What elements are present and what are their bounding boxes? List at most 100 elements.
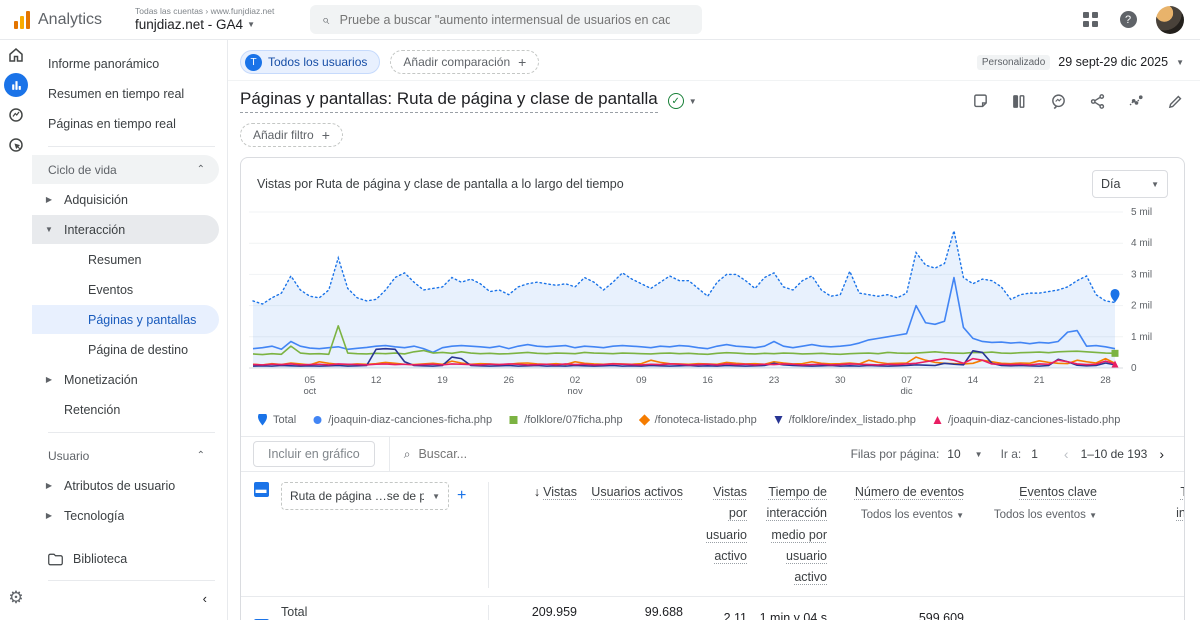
table-search[interactable]: ⌕ [404,447,539,462]
sidebar-item-usuario[interactable]: Usuario⌃ [32,441,219,470]
legend-item-fonoteca-listado-php[interactable]: /fonoteca-listado.php [639,414,757,426]
sidebar-item-ciclo-de-vida[interactable]: Ciclo de vida⌃ [32,155,219,184]
reports-icon[interactable] [0,70,32,100]
chevron-up-icon[interactable]: ⌃ [197,450,219,461]
svg-text:oct: oct [303,386,316,397]
column-header-6[interactable]: Totingr [1101,482,1185,525]
date-range-picker[interactable]: Personalizado 29 sept-29 dic 2025 ▼ [977,55,1184,70]
compare-reports-icon[interactable] [1011,93,1028,110]
sidebar-item-resumen-en-tiempo-real[interactable]: Resumen en tiempo real [32,79,219,108]
report-status-dropdown[interactable]: ✓ ▼ [668,93,697,109]
prev-page-icon[interactable]: ‹ [1060,446,1073,462]
sidebar-item-retencion[interactable]: Retención [32,395,219,424]
apps-grid-icon[interactable] [1080,10,1100,30]
chevron-up-icon[interactable]: ⌃ [197,164,219,175]
home-icon[interactable] [0,40,32,70]
row-checkbox[interactable]: ▬ [254,482,269,497]
legend-item-joaquin-diaz-canciones-listado-php[interactable]: /joaquin-diaz-canciones-listado.php [932,414,1120,426]
svg-text:16: 16 [702,375,713,386]
table-search-input[interactable] [418,447,538,461]
svg-text:3 mil: 3 mil [1131,269,1152,280]
goto-page-input[interactable]: 1 [1031,447,1038,461]
triangle-up-icon [932,414,943,426]
account-switcher[interactable]: Todas las cuentas › www.funjdiaz.net fun… [135,6,274,32]
page-title[interactable]: Páginas y pantallas: Ruta de página y cl… [240,89,658,113]
chevron-right-icon[interactable]: ▶ [42,375,56,384]
granularity-value: Día [1101,177,1120,191]
sidebar-divider [48,432,215,433]
add-dimension-icon[interactable]: + [457,487,466,504]
column-header-3[interactable]: Tiempo deinteracciónmedio porusuarioacti… [751,482,831,588]
sidebar-item-paginas-y-pantallas[interactable]: Páginas y pantallas [32,305,219,334]
column-header-5[interactable]: Eventos claveTodos los eventos ▼ [968,482,1101,521]
global-search[interactable]: ⌕ [310,5,702,34]
legend-item-joaquin-diaz-canciones-ficha-php[interactable]: /joaquin-diaz-canciones-ficha.php [312,414,492,426]
column-header-4[interactable]: Número de eventosTodos los eventos ▼ [831,482,968,521]
add-note-icon[interactable] [972,93,989,110]
sidebar-item-label: Tecnología [56,509,124,523]
chevron-right-icon[interactable]: ▶ [42,481,56,490]
explore-report-icon[interactable] [1128,93,1145,110]
svg-text:21: 21 [1034,375,1045,386]
svg-text:26: 26 [503,375,514,386]
help-icon[interactable]: ? [1118,10,1138,30]
legend-item-folklore-index-listado-php[interactable]: /folklore/index_listado.php [773,414,916,426]
legend-item-folklore-07ficha-php[interactable]: /folklore/07ficha.php [508,414,622,426]
chevron-down-icon[interactable]: ▼ [42,225,56,234]
sidebar-item-eventos[interactable]: Eventos [32,275,219,304]
advertising-icon[interactable] [0,130,32,160]
controls-divider [389,437,390,471]
search-input[interactable] [340,13,670,27]
metric-filter-select[interactable]: Todos los eventos ▼ [831,509,964,521]
next-page-icon[interactable]: › [1155,446,1168,462]
column-header-2[interactable]: Vistasporusuarioactivo [687,482,751,567]
analytics-logo[interactable]: Analytics [0,11,105,29]
rows-per-page-value: 10 [947,447,960,461]
dimension-select-value: Ruta de página …se de pantalla [290,489,424,503]
legend-item-total[interactable]: Total [257,414,296,426]
plus-icon: + [322,127,330,143]
rows-per-page-select[interactable]: 10 ▼ [947,447,982,461]
sidebar-item-tecnologia[interactable]: ▶Tecnología [32,501,219,530]
sidebar-item-pagina-de-destino[interactable]: Página de destino [32,335,219,364]
sidebar-item-informe-panoramico[interactable]: Informe panorámico [32,49,219,78]
sidebar-item-label: Páginas en tiempo real [32,117,176,131]
sidebar-item-adquisicion[interactable]: ▶Adquisición [32,185,219,214]
report-nav-sidebar: Informe panorámicoResumen en tiempo real… [32,40,228,620]
dimension-select[interactable]: Ruta de página …se de pantalla ▼ [281,482,449,510]
breadcrumb: Todas las cuentas › www.funjdiaz.net [135,6,274,16]
admin-gear-icon[interactable]: ⚙ [0,588,32,608]
sidebar-item-interaccion[interactable]: ▼Interacción [32,215,219,244]
column-header-0[interactable]: ↓Vistas [489,482,581,503]
add-to-chart-button[interactable]: Incluir en gráfico [253,441,375,467]
explore-icon[interactable] [0,100,32,130]
total-label: Total [281,605,489,620]
avatar[interactable] [1156,6,1184,34]
insights-icon[interactable] [1050,93,1067,110]
app-header: Analytics Todas las cuentas › www.funjdi… [0,0,1200,40]
all-users-chip[interactable]: T Todos los usuarios [240,50,380,74]
svg-text:23: 23 [769,375,780,386]
svg-text:09: 09 [636,375,647,386]
sort-desc-icon: ↓ [534,485,540,499]
add-comparison-chip[interactable]: Añadir comparación + [390,50,539,74]
metric-filter-select[interactable]: Todos los eventos ▼ [968,509,1097,521]
sidebar-item-monetizacion[interactable]: ▶Monetización [32,365,219,394]
sidebar-item-paginas-en-tiempo-real[interactable]: Páginas en tiempo real [32,109,219,138]
sidebar-item-resumen[interactable]: Resumen [32,245,219,274]
sidebar-item-biblioteca[interactable]: Biblioteca [32,544,227,574]
chevron-down-icon: ▼ [689,97,697,106]
chevron-right-icon[interactable]: ▶ [42,195,56,204]
sidebar-item-label: Páginas y pantallas [32,313,196,327]
sidebar-item-atributos-de-usuario[interactable]: ▶Atributos de usuario [32,471,219,500]
edit-icon[interactable] [1167,93,1184,110]
chevron-right-icon[interactable]: ▶ [42,511,56,520]
comparison-toolbar: T Todos los usuarios Añadir comparación … [228,40,1200,80]
column-header-1[interactable]: Usuarios activos [581,482,687,503]
sidebar-item-label: Eventos [32,283,133,297]
share-icon[interactable] [1089,93,1106,110]
collapse-sidebar-icon[interactable]: ‹ [32,591,227,606]
granularity-select[interactable]: Día ▼ [1092,170,1168,198]
timeseries-chart[interactable]: 5 mil4 mil3 mil2 mil1 mil005oct12192602n… [243,200,1184,412]
add-filter-chip[interactable]: Añadir filtro + [240,123,343,147]
